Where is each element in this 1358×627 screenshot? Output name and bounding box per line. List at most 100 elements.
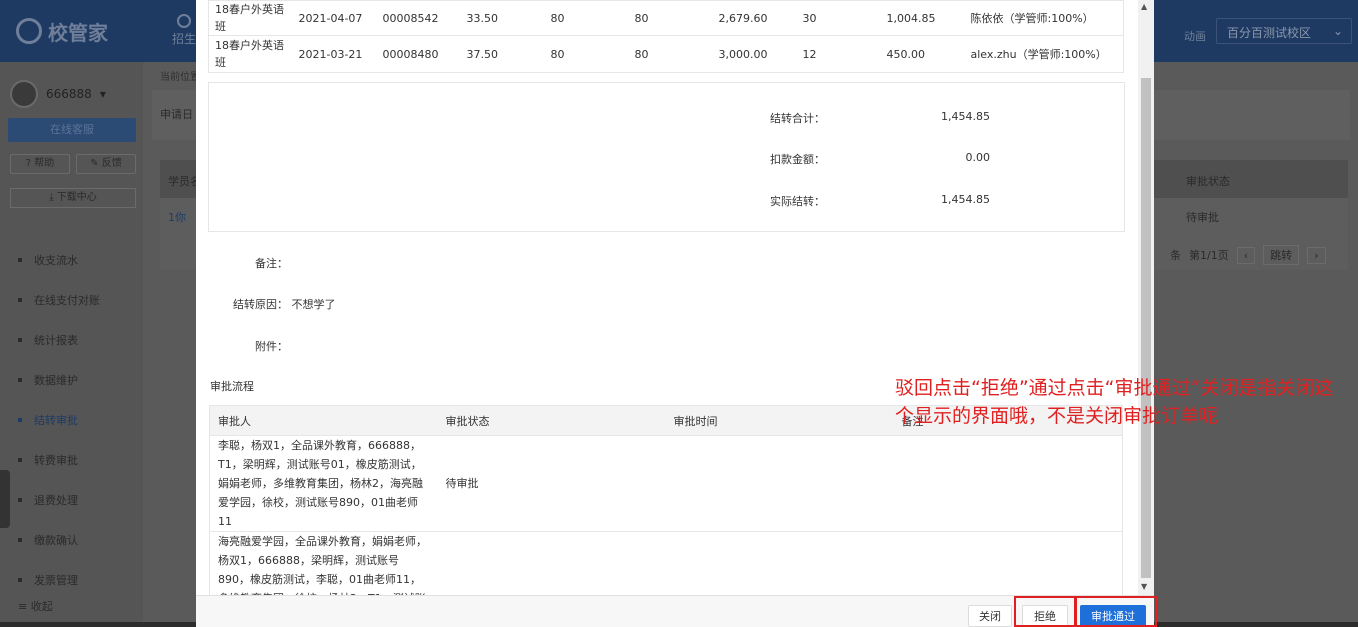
- download-icon: ⤓: [49, 192, 54, 203]
- feedback-button[interactable]: ✎ 反馈: [76, 154, 136, 174]
- actual-label: 实际结转：: [770, 195, 825, 208]
- help-button[interactable]: ? 帮助: [10, 154, 70, 174]
- top-nav-right-label[interactable]: 动画: [1184, 28, 1206, 44]
- cell-price: 37.50: [460, 35, 545, 73]
- cell-approver: 李聪，杨双1，全品课外教育，666888，T1，梁明辉，测试账号01，橡皮筋测试…: [209, 435, 438, 532]
- col-header-status: 审批状态: [1186, 175, 1230, 188]
- table-row: 18春户外英语班 2021-03-21 00008480 37.50 80 80…: [208, 35, 1124, 73]
- sidebar-item[interactable]: 缴款确认: [18, 520, 138, 560]
- app-logo[interactable]: 校管家: [16, 16, 136, 46]
- username: 666888: [46, 87, 92, 101]
- deduct-value: 0.00: [965, 151, 991, 164]
- cell-q1: 80: [544, 35, 629, 73]
- bullet-icon: [18, 338, 22, 342]
- collapse-label: 收起: [30, 600, 53, 613]
- highlight-approve: [1075, 596, 1157, 627]
- row-student-link[interactable]: 1你: [168, 209, 186, 225]
- online-service-button[interactable]: 在线客服: [8, 118, 136, 142]
- download-center-button[interactable]: ⤓ 下载中心: [10, 188, 136, 208]
- sidebar-item-label: 发票管理: [34, 574, 78, 587]
- sidebar: 666888 ▾ 在线客服 ? 帮助 ✎ 反馈 ⤓ 下载中心 收支流水 在线支付…: [0, 62, 143, 627]
- sidebar-item-active[interactable]: 结转审批: [18, 400, 138, 440]
- approval-flow-table: 审批人 审批状态 审批时间 备注 李聪，杨双1，全品课外教育，666888，T1…: [209, 405, 1123, 627]
- logo-text: 校管家: [48, 20, 108, 45]
- cell-q1: 80: [544, 0, 629, 36]
- cell-q2: 80: [628, 0, 713, 36]
- feedback-label: 反馈: [101, 158, 122, 169]
- sidebar-item[interactable]: 数据维护: [18, 360, 138, 400]
- user-icon: [177, 14, 191, 28]
- next-page-icon[interactable]: ›: [1307, 246, 1326, 264]
- sidebar-item[interactable]: 退费处理: [18, 480, 138, 520]
- total-label: 结转合计：: [770, 112, 825, 125]
- cell-price: 33.50: [460, 0, 545, 36]
- sidebar-item[interactable]: 发票管理: [18, 560, 138, 600]
- sidebar-item-label: 缴款确认: [34, 534, 78, 547]
- sidebar-item-label: 收支流水: [34, 254, 78, 267]
- sidebar-item[interactable]: 收支流水: [18, 240, 138, 280]
- bullet-icon: [18, 258, 22, 262]
- scroll-up-icon[interactable]: ▲: [1141, 2, 1147, 11]
- annotation-text: 驳回点击“拒绝”通过点击“审批通过”关闭是指关闭这个显示的界面哦，不是关闭审批订…: [895, 377, 1334, 427]
- campus-value: 百分百测试校区: [1227, 26, 1312, 40]
- cell-amount: 2,679.60: [712, 0, 797, 36]
- pager-page: 第1/1页: [1189, 249, 1229, 262]
- cell-time: [665, 435, 894, 532]
- sidebar-item-label: 结转审批: [34, 414, 78, 427]
- bullet-icon: [18, 498, 22, 502]
- cell-course: 18春户外英语班: [208, 0, 293, 36]
- download-label: 下载中心: [56, 192, 97, 203]
- cell-date: 2021-04-07: [292, 0, 377, 36]
- cell-count: 30: [796, 0, 881, 36]
- close-button[interactable]: 关闭: [968, 605, 1012, 627]
- sidebar-item[interactable]: 在线支付对账: [18, 280, 138, 320]
- reason-value: 不想学了: [291, 298, 336, 311]
- collapse-button[interactable]: ≡ 收起: [18, 598, 53, 614]
- collapse-icon: ≡: [18, 600, 28, 613]
- attachment-label: 附件：: [255, 340, 288, 353]
- cell-order: 00008480: [376, 35, 461, 73]
- attachment-row: 附件：: [208, 338, 288, 354]
- remark-row: 备注：: [208, 255, 288, 271]
- cell-amount: 3,000.00: [712, 35, 797, 73]
- prev-page-icon[interactable]: ‹: [1236, 246, 1256, 264]
- col-header-time: 审批时间: [665, 405, 894, 436]
- row-status: 待审批: [1186, 211, 1219, 224]
- sidebar-item[interactable]: 转费审批: [18, 440, 138, 480]
- scroll-down-icon[interactable]: ▼: [1141, 582, 1147, 591]
- approval-flow-title: 审批流程: [210, 380, 254, 393]
- side-widget[interactable]: [0, 470, 10, 528]
- cell-transfer: 450.00: [880, 35, 965, 73]
- bullet-icon: [18, 298, 22, 302]
- goto-page-button[interactable]: 跳转: [1263, 245, 1300, 265]
- help-icon: ?: [25, 158, 32, 169]
- sidebar-item-label: 统计报表: [34, 334, 78, 347]
- sidebar-item-label: 转费审批: [34, 454, 78, 467]
- sidebar-item-label: 数据维护: [34, 374, 78, 387]
- cell-course: 18春户外英语班: [208, 35, 293, 73]
- help-label: 帮助: [34, 158, 55, 169]
- remark-label: 备注：: [255, 257, 288, 270]
- avatar: [10, 80, 38, 108]
- table-row: 李聪，杨双1，全品课外教育，666888，T1，梁明辉，测试账号01，橡皮筋测试…: [209, 435, 1123, 532]
- sidebar-item-label: 在线支付对账: [34, 294, 100, 307]
- scroll-thumb[interactable]: [1141, 78, 1151, 578]
- chevron-down-icon: ⌄: [1332, 24, 1343, 38]
- filter-label: 申请日: [160, 108, 193, 121]
- transfer-detail-table: 18春户外英语班 2021-04-07 00008542 33.50 80 80…: [208, 0, 1124, 73]
- cell-teacher: alex.zhu（学管师:100%）: [964, 35, 1124, 73]
- table-row: 18春户外英语班 2021-04-07 00008542 33.50 80 80…: [208, 0, 1124, 36]
- cell-status: 待审批: [437, 435, 666, 532]
- total-value: 1,454.85: [941, 110, 990, 123]
- user-menu[interactable]: 666888 ▾: [10, 80, 106, 108]
- campus-select[interactable]: 百分百测试校区 ⌄: [1216, 18, 1352, 44]
- pager-unit: 条: [1170, 249, 1181, 262]
- chevron-down-icon: ▾: [99, 87, 106, 101]
- col-header-approver: 审批人: [209, 405, 438, 436]
- bullet-icon: [18, 458, 22, 462]
- cell-date: 2021-03-21: [292, 35, 377, 73]
- bullet-icon: [18, 418, 22, 422]
- sidebar-item[interactable]: 统计报表: [18, 320, 138, 360]
- logo-mark-icon: [16, 18, 42, 44]
- reason-row: 结转原因： 不想学了: [208, 296, 336, 312]
